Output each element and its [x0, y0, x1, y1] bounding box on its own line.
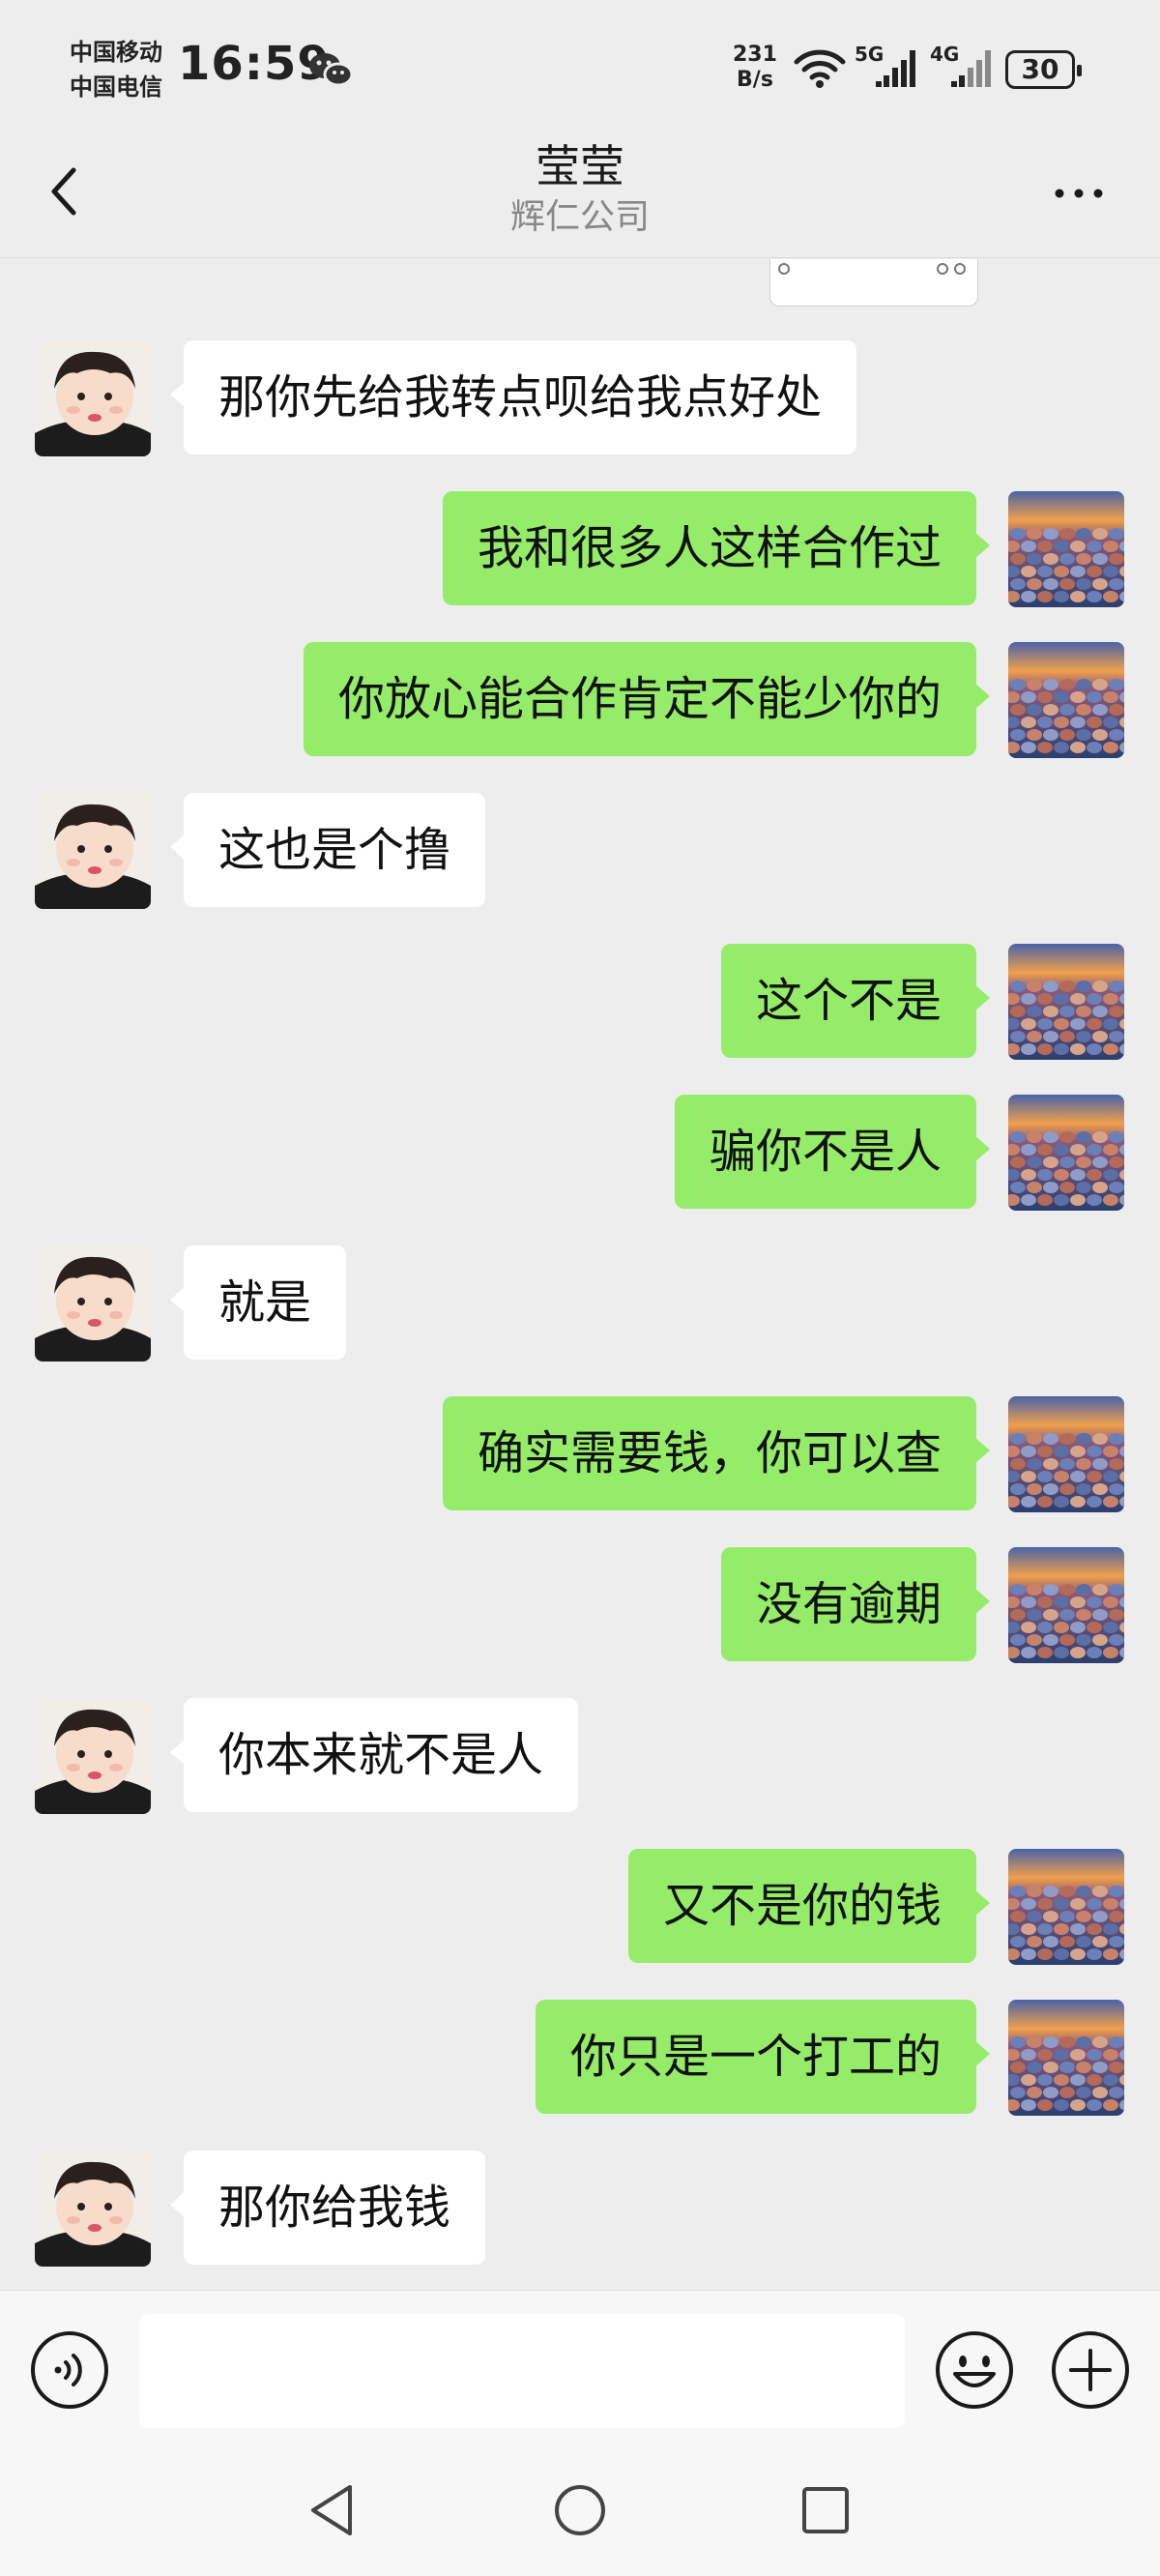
square-recent-icon[interactable]	[798, 2483, 853, 2537]
received-message-bubble[interactable]: 那你给我钱	[169, 2151, 486, 2265]
contact-avatar[interactable]	[35, 340, 151, 456]
received-message-bubble[interactable]: 就是	[169, 1245, 347, 1360]
thumbnail-dot-icon	[937, 263, 948, 275]
network-speed-value: 231	[733, 43, 777, 67]
contact-avatar[interactable]	[35, 793, 151, 909]
carrier-1: 中国移动	[70, 39, 162, 66]
carrier-info: 中国移动 中国电信	[70, 35, 162, 104]
sent-message-bubble[interactable]: 没有逾期	[720, 1547, 991, 1661]
my-avatar[interactable]	[1008, 1095, 1124, 1211]
sent-message-bubble[interactable]: 骗你不是人	[674, 1095, 991, 1209]
received-message-row: 你本来就不是人	[0, 1698, 1160, 1814]
plus-icon[interactable]	[1050, 2329, 1131, 2411]
sent-message-row: 这个不是	[0, 944, 1160, 1060]
chat-subtitle: 辉仁公司	[509, 197, 650, 237]
received-message-row: 那你先给我转点呗给我点好处	[0, 340, 1160, 456]
voice-icon[interactable]	[29, 2329, 110, 2411]
contact-avatar[interactable]	[35, 1698, 151, 1814]
received-message-bubble[interactable]: 这也是个撸	[169, 793, 486, 907]
signal-4g: 4G	[930, 43, 998, 91]
battery-indicator: 30	[1005, 50, 1082, 89]
triangle-back-icon[interactable]	[305, 2481, 360, 2539]
image-message-thumbnail[interactable]	[769, 259, 978, 307]
received-message-row: 那你给我钱	[0, 2151, 1160, 2267]
received-message-row: 就是	[0, 1245, 1160, 1361]
signal-bars-5g-icon	[876, 50, 915, 87]
message-input[interactable]	[139, 2314, 905, 2428]
my-avatar[interactable]	[1008, 1849, 1124, 1965]
wifi-icon	[794, 49, 846, 88]
sent-message-bubble[interactable]: 这个不是	[720, 944, 991, 1058]
carrier-2: 中国电信	[70, 73, 162, 101]
sent-message-row: 你只是一个打工的	[0, 2000, 1160, 2116]
status-bar: 中国移动 中国电信 16:59 231 B/s 5G 4G 30	[0, 0, 1160, 135]
signal-bars-4g-icon	[951, 50, 991, 87]
received-message-row: 这也是个撸	[0, 793, 1160, 909]
system-nav-bar	[0, 2444, 1160, 2576]
chat-header: 莹莹 辉仁公司	[0, 135, 1160, 258]
sent-message-bubble[interactable]: 确实需要钱，你可以查	[442, 1396, 991, 1510]
sent-message-bubble[interactable]: 又不是你的钱	[627, 1849, 991, 1963]
received-message-bubble[interactable]: 你本来就不是人	[169, 1698, 579, 1812]
sent-message-row: 你放心能合作肯定不能少你的	[0, 642, 1160, 758]
sent-message-row: 确实需要钱，你可以查	[0, 1396, 1160, 1512]
thumbnail-dot-icon	[778, 263, 790, 275]
emoji-icon[interactable]	[934, 2329, 1015, 2411]
sent-message-bubble[interactable]: 你放心能合作肯定不能少你的	[303, 642, 991, 756]
sent-message-bubble[interactable]: 我和很多人这样合作过	[442, 491, 991, 605]
sent-message-row: 骗你不是人	[0, 1095, 1160, 1211]
my-avatar[interactable]	[1008, 1547, 1124, 1663]
sent-message-row: 又不是你的钱	[0, 1849, 1160, 1965]
my-avatar[interactable]	[1008, 944, 1124, 1060]
chat-screen: 中国移动 中国电信 16:59 231 B/s 5G 4G 30 莹莹 辉仁公司…	[0, 0, 1160, 2576]
wechat-notification-icon	[309, 53, 354, 87]
contact-avatar[interactable]	[35, 2151, 151, 2267]
thumbnail-dot-icon	[954, 263, 966, 275]
chat-title: 莹莹	[536, 140, 624, 192]
circle-home-icon[interactable]	[552, 2481, 608, 2539]
my-avatar[interactable]	[1008, 1396, 1124, 1512]
network-speed-unit: B/s	[737, 68, 773, 92]
received-message-bubble[interactable]: 那你先给我转点呗给我点好处	[169, 340, 857, 454]
sent-message-bubble[interactable]: 你只是一个打工的	[535, 2000, 991, 2114]
sent-message-row: 没有逾期	[0, 1547, 1160, 1663]
more-dots-icon[interactable]	[1050, 174, 1108, 213]
my-avatar[interactable]	[1008, 2000, 1124, 2116]
signal-5g: 5G	[855, 43, 922, 91]
my-avatar[interactable]	[1008, 642, 1124, 758]
network-speed: 231 B/s	[733, 43, 777, 93]
input-bar	[0, 2290, 1160, 2445]
my-avatar[interactable]	[1008, 491, 1124, 607]
sent-message-row: 我和很多人这样合作过	[0, 491, 1160, 607]
contact-avatar[interactable]	[35, 1245, 151, 1361]
